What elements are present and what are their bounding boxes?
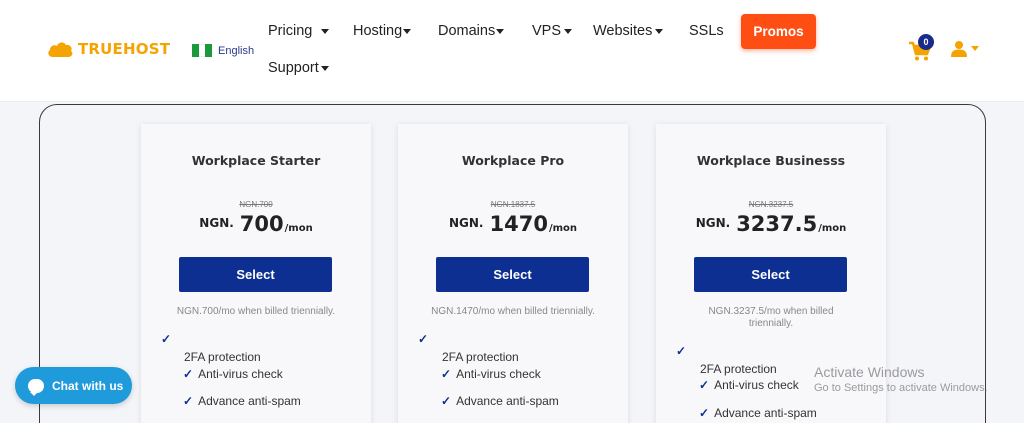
- feature-item: ✓ Advance anti-spam: [441, 394, 559, 408]
- feature-label: 2FA protection: [442, 350, 519, 364]
- price-amount: 700: [239, 212, 284, 236]
- nav-vps-label: VPS: [532, 23, 562, 39]
- nav-support[interactable]: Support: [268, 60, 329, 76]
- feature-label: Anti-virus check: [714, 378, 799, 392]
- check-icon: ✓: [183, 394, 194, 408]
- feature-label: Anti-virus check: [456, 367, 541, 381]
- check-icon: ✓: [699, 378, 710, 392]
- nigeria-flag-icon: [192, 44, 213, 57]
- plan-price: NGN. 3237.5 /mon: [656, 212, 886, 236]
- truehost-logo[interactable]: TRUEHOST: [46, 40, 170, 58]
- feature-label: Anti-virus check: [198, 367, 283, 381]
- plan-old-price: NGN.3237.5: [748, 200, 794, 209]
- price-period: /mon: [818, 223, 847, 234]
- select-button[interactable]: Select: [179, 257, 332, 292]
- chevron-down-icon: [320, 65, 329, 71]
- feature-item: ✓ Advance anti-spam: [699, 406, 817, 420]
- plan-old-price: NGN.700: [239, 200, 273, 209]
- nav-websites[interactable]: Websites: [593, 23, 664, 39]
- chat-label: Chat with us: [52, 378, 124, 393]
- check-icon: ✓: [183, 367, 194, 381]
- plan-title: Workplace Pro: [461, 153, 565, 168]
- nav-ssls[interactable]: SSLs: [689, 23, 724, 39]
- billing-note: NGN.1470/mo when billed triennially.: [431, 306, 595, 317]
- nav-domains[interactable]: Domains: [438, 23, 505, 39]
- feature-item: 2FA protection: [442, 350, 519, 364]
- price-period: /mon: [548, 223, 577, 234]
- feature-item: ✓ Anti-virus check: [441, 367, 541, 381]
- billing-note: NGN.700/mo when billed triennially.: [176, 306, 336, 317]
- cloud-icon: [48, 42, 73, 57]
- promos-button[interactable]: Promos: [741, 14, 816, 49]
- plan-price: NGN. 1470 /mon: [398, 212, 628, 236]
- nav-pricing-label: Pricing: [268, 23, 313, 39]
- check-icon: ✓: [699, 406, 710, 420]
- plan-price: NGN. 700 /mon: [141, 212, 371, 236]
- billing-note: NGN.3237.5/mo when billed triennially.: [708, 306, 834, 329]
- feature-item: ✓ Advance anti-spam: [183, 394, 301, 408]
- feature-label: Advance anti-spam: [714, 406, 817, 420]
- price-currency: NGN.: [448, 216, 484, 230]
- activate-windows-title: Activate Windows: [814, 364, 925, 380]
- price-currency: NGN.: [199, 216, 234, 230]
- plan-title: Workplace Businesss: [696, 153, 846, 168]
- chevron-down-icon: [496, 28, 505, 34]
- site-header: TRUEHOST English Pricing Hosting Domains…: [0, 0, 1024, 102]
- nav-ssls-label: SSLs: [689, 23, 724, 39]
- nav-hosting-label: Hosting: [353, 23, 403, 39]
- nav-hosting[interactable]: Hosting: [353, 23, 412, 39]
- chat-widget-button[interactable]: Chat with us: [15, 367, 132, 404]
- chat-bubble-icon: [28, 378, 44, 396]
- plan-title: Workplace Starter: [191, 153, 321, 168]
- feature-item: 2FA protection: [184, 350, 261, 364]
- nav-vps[interactable]: VPS: [532, 23, 573, 39]
- price-currency: NGN.: [695, 216, 731, 230]
- chevron-down-icon: [971, 46, 979, 51]
- feature-label: Advance anti-spam: [456, 394, 559, 408]
- chevron-down-icon: [564, 28, 573, 34]
- chevron-down-icon: [321, 28, 330, 34]
- chevron-down-icon: [403, 28, 412, 34]
- nav-support-label: Support: [268, 60, 319, 76]
- feature-item: 2FA protection: [700, 362, 777, 376]
- check-icon: ✓: [441, 394, 452, 408]
- check-icon: ✓: [441, 367, 452, 381]
- nav-domains-label: Domains: [438, 23, 496, 39]
- feature-label: 2FA protection: [184, 350, 261, 364]
- user-menu[interactable]: [951, 40, 979, 57]
- check-icon: ✓: [161, 332, 172, 346]
- feature-item: ✓ Anti-virus check: [699, 378, 799, 392]
- plan-card-starter: Workplace Starter NGN.700 NGN. 700 /mon …: [141, 124, 371, 423]
- logo-text: TRUEHOST: [78, 40, 171, 58]
- plan-card-pro: Workplace Pro NGN.1837.5 NGN. 1470 /mon …: [398, 124, 628, 423]
- chevron-down-icon: [655, 28, 664, 34]
- price-period: /mon: [284, 223, 313, 234]
- language-label: English: [218, 44, 255, 57]
- check-icon: ✓: [418, 332, 429, 346]
- cart-count-badge: 0: [918, 34, 934, 50]
- plan-old-price: NGN.1837.5: [490, 200, 536, 209]
- feature-label: Advance anti-spam: [198, 394, 301, 408]
- feature-label: 2FA protection: [700, 362, 777, 376]
- nav-pricing[interactable]: Pricing: [268, 23, 330, 39]
- select-button[interactable]: Select: [436, 257, 589, 292]
- activate-windows-hint: Go to Settings to activate Windows.: [814, 382, 988, 394]
- select-button[interactable]: Select: [694, 257, 847, 292]
- language-selector[interactable]: English: [192, 44, 254, 57]
- feature-item: ✓ Anti-virus check: [183, 367, 283, 381]
- price-amount: 1470: [489, 212, 548, 236]
- check-icon: ✓: [676, 344, 687, 358]
- nav-websites-label: Websites: [593, 23, 653, 39]
- user-icon: [951, 41, 967, 57]
- price-amount: 3237.5: [736, 212, 818, 236]
